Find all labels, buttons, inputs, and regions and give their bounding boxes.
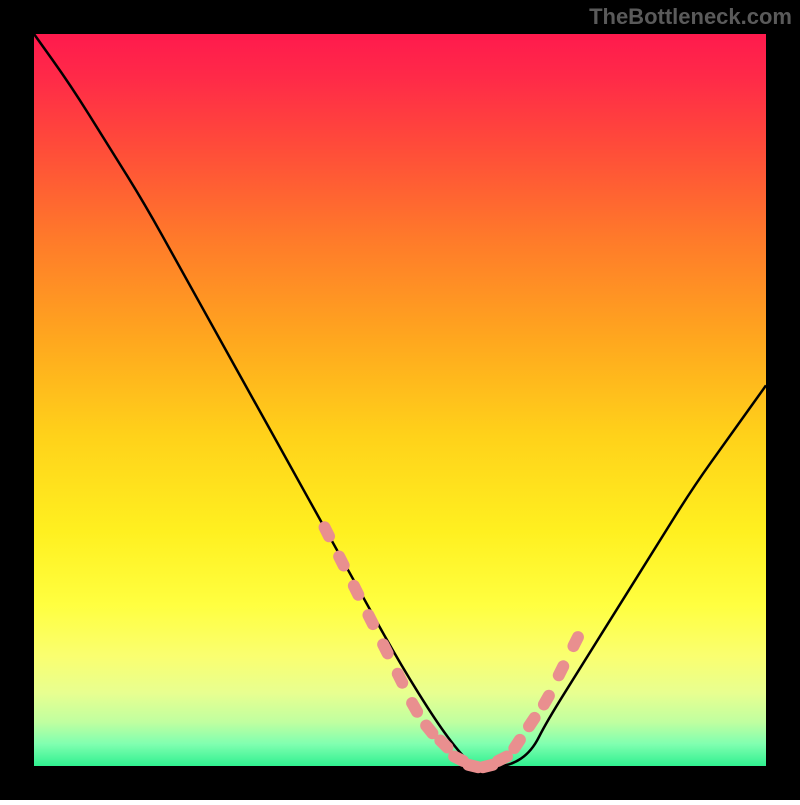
watermark-text: TheBottleneck.com: [589, 4, 792, 30]
chart-container: [0, 0, 800, 800]
bottleneck-chart: [0, 0, 800, 800]
chart-plot-area: [34, 34, 766, 766]
